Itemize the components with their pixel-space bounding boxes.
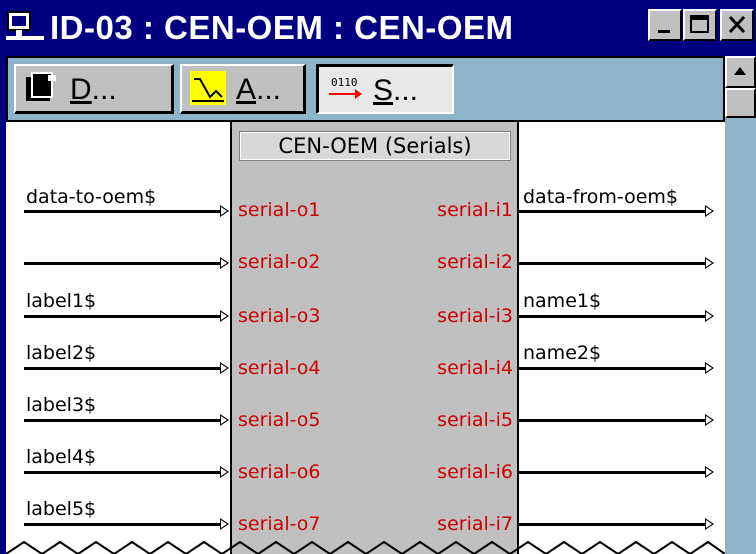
input-arrow-icon (220, 466, 229, 478)
input-arrow-icon (220, 205, 229, 217)
svg-text:0110: 0110 (331, 76, 358, 89)
right-signal-label[interactable]: name2$ (523, 341, 601, 365)
input-arrow-icon (220, 310, 229, 322)
symbol-block[interactable]: CEN-OEM (Serials) serial-o1 serial-o2 se… (230, 122, 519, 554)
output-arrow-icon (705, 518, 714, 530)
maximize-icon (690, 15, 709, 33)
left-wire[interactable] (24, 262, 220, 265)
vertical-scrollbar[interactable] (725, 56, 756, 554)
port-serial-i6[interactable]: serial-i6 (437, 460, 513, 484)
left-wire[interactable] (24, 367, 220, 370)
port-serial-o5[interactable]: serial-o5 (238, 408, 321, 432)
port-serial-o4[interactable]: serial-o4 (238, 356, 321, 380)
serial-button-key: S (373, 74, 394, 107)
analog-icon (190, 71, 226, 105)
left-signal-label[interactable]: label1$ (26, 289, 96, 313)
port-serial-o2[interactable]: serial-o2 (238, 250, 321, 274)
right-wire[interactable] (519, 315, 705, 318)
minimize-button[interactable] (648, 9, 682, 41)
right-wire[interactable] (519, 471, 705, 474)
port-serial-i4[interactable]: serial-i4 (437, 356, 513, 380)
left-signal-label[interactable]: label4$ (26, 445, 96, 469)
right-wire[interactable] (519, 262, 705, 265)
left-wire[interactable] (24, 523, 220, 526)
serial-button[interactable]: 0110 S... (316, 64, 454, 114)
block-title: CEN-OEM (Serials) (239, 131, 511, 161)
port-serial-o7[interactable]: serial-o7 (238, 512, 321, 536)
scroll-track[interactable] (725, 118, 756, 554)
right-wire[interactable] (519, 419, 705, 422)
output-arrow-icon (705, 205, 714, 217)
digital-button[interactable]: D... (14, 64, 174, 114)
document-icon (26, 72, 56, 101)
right-signal-label[interactable]: name1$ (523, 289, 601, 313)
window-title: ID-03 : CEN-OEM : CEN-OEM (50, 9, 514, 46)
close-button[interactable] (720, 9, 754, 41)
input-arrow-icon (220, 414, 229, 426)
serial-icon: 0110 (329, 76, 362, 99)
close-icon (728, 15, 746, 34)
scroll-up-button[interactable] (725, 56, 756, 88)
symbol-window: ID-03 : CEN-OEM : CEN-OEM D... A... 0110… (0, 0, 756, 554)
toolbar: D... A... 0110 S... (6, 56, 725, 122)
port-serial-i7[interactable]: serial-i7 (437, 512, 513, 536)
input-arrow-icon (220, 362, 229, 374)
right-wire[interactable] (519, 210, 705, 213)
left-wire[interactable] (24, 210, 220, 213)
left-signal-label[interactable]: label5$ (26, 497, 96, 521)
input-arrow-icon (220, 518, 229, 530)
analog-button[interactable]: A... (180, 64, 306, 114)
port-serial-i5[interactable]: serial-i5 (437, 408, 513, 432)
serial-button-ellipsis: ... (393, 74, 419, 107)
left-signal-label[interactable]: label2$ (26, 341, 96, 365)
symbol-canvas: CEN-OEM (Serials) serial-o1 serial-o2 se… (6, 122, 725, 554)
output-arrow-icon (705, 466, 714, 478)
output-arrow-icon (705, 257, 714, 269)
digital-button-key: D (70, 73, 92, 106)
arrow-up-icon (734, 67, 746, 75)
client-area: D... A... 0110 S... CEN-OEM (Serials) se… (6, 56, 725, 554)
output-arrow-icon (705, 310, 714, 322)
right-signal-label[interactable]: data-from-oem$ (523, 185, 678, 209)
port-serial-i3[interactable]: serial-i3 (437, 304, 513, 328)
left-wire[interactable] (24, 471, 220, 474)
continuation-zigzag (6, 540, 725, 554)
right-wire[interactable] (519, 367, 705, 370)
left-wire[interactable] (24, 419, 220, 422)
output-arrow-icon (705, 414, 714, 426)
left-signal-label[interactable]: label3$ (26, 393, 96, 417)
output-arrow-icon (705, 362, 714, 374)
right-wire[interactable] (519, 523, 705, 526)
left-wire[interactable] (24, 315, 220, 318)
analog-button-key: A (236, 73, 257, 106)
port-serial-o3[interactable]: serial-o3 (238, 304, 321, 328)
minimize-icon (658, 30, 670, 33)
scroll-thumb[interactable] (725, 88, 756, 118)
port-serial-o1[interactable]: serial-o1 (238, 198, 321, 222)
input-arrow-icon (220, 257, 229, 269)
digital-button-ellipsis: ... (91, 73, 117, 106)
port-serial-o6[interactable]: serial-o6 (238, 460, 321, 484)
network-icon (6, 11, 44, 40)
port-serial-i2[interactable]: serial-i2 (437, 250, 513, 274)
port-serial-i1[interactable]: serial-i1 (437, 198, 513, 222)
left-signal-label[interactable]: data-to-oem$ (26, 185, 156, 209)
analog-button-ellipsis: ... (256, 73, 282, 106)
title-bar[interactable]: ID-03 : CEN-OEM : CEN-OEM (0, 0, 756, 56)
maximize-button[interactable] (683, 9, 717, 41)
